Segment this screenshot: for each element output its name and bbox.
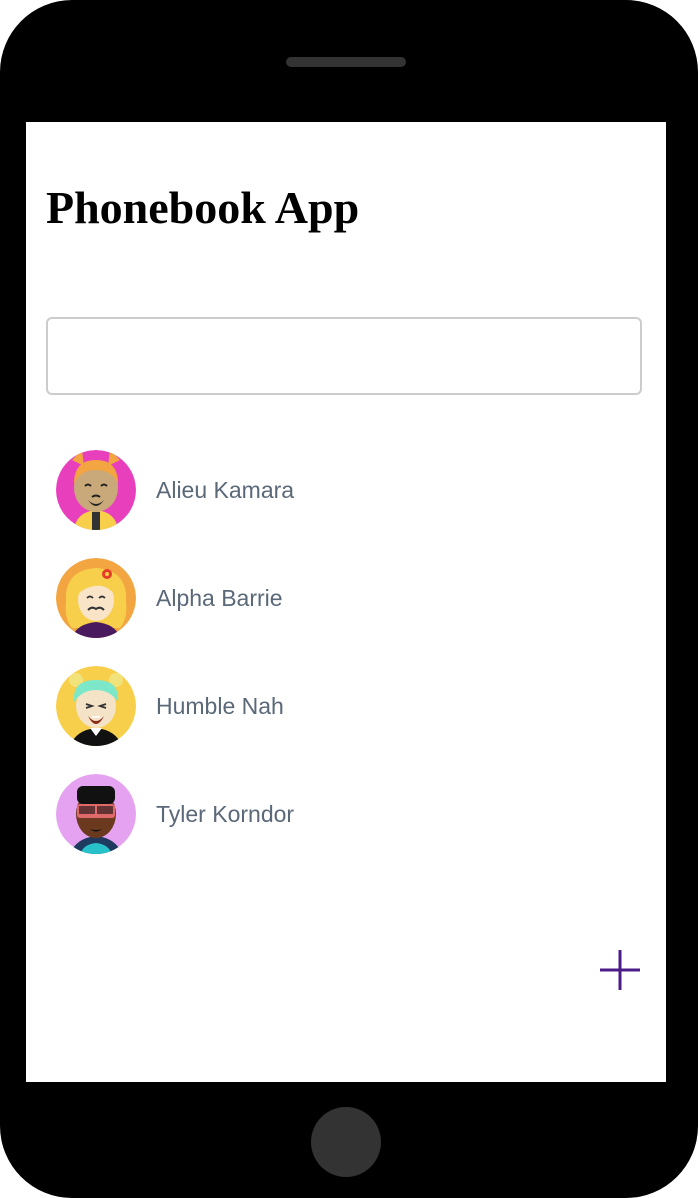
contact-item[interactable]: Tyler Korndor [56, 774, 294, 854]
avatar [56, 450, 136, 530]
add-contact-button[interactable] [598, 948, 642, 992]
plus-icon [600, 950, 640, 990]
avatar [56, 666, 136, 746]
search-input[interactable] [46, 317, 642, 395]
app-screen: Phonebook App Alieu Kamara Alpha Barrie … [26, 122, 666, 1082]
contact-list: Alieu Kamara Alpha Barrie Humble Nah Tyl… [56, 450, 294, 882]
home-button[interactable] [311, 1107, 381, 1177]
phone-frame: Phonebook App Alieu Kamara Alpha Barrie … [0, 0, 698, 1198]
avatar [56, 558, 136, 638]
phone-speaker [286, 57, 406, 67]
contact-name: Tyler Korndor [156, 800, 295, 827]
avatar [56, 774, 136, 854]
contact-name: Alpha Barrie [156, 584, 283, 611]
contact-item[interactable]: Humble Nah [56, 666, 294, 746]
page-title: Phonebook App [46, 182, 360, 233]
contact-item[interactable]: Alpha Barrie [56, 558, 294, 638]
contact-name: Humble Nah [156, 692, 284, 719]
contact-item[interactable]: Alieu Kamara [56, 450, 294, 530]
contact-name: Alieu Kamara [156, 476, 295, 503]
